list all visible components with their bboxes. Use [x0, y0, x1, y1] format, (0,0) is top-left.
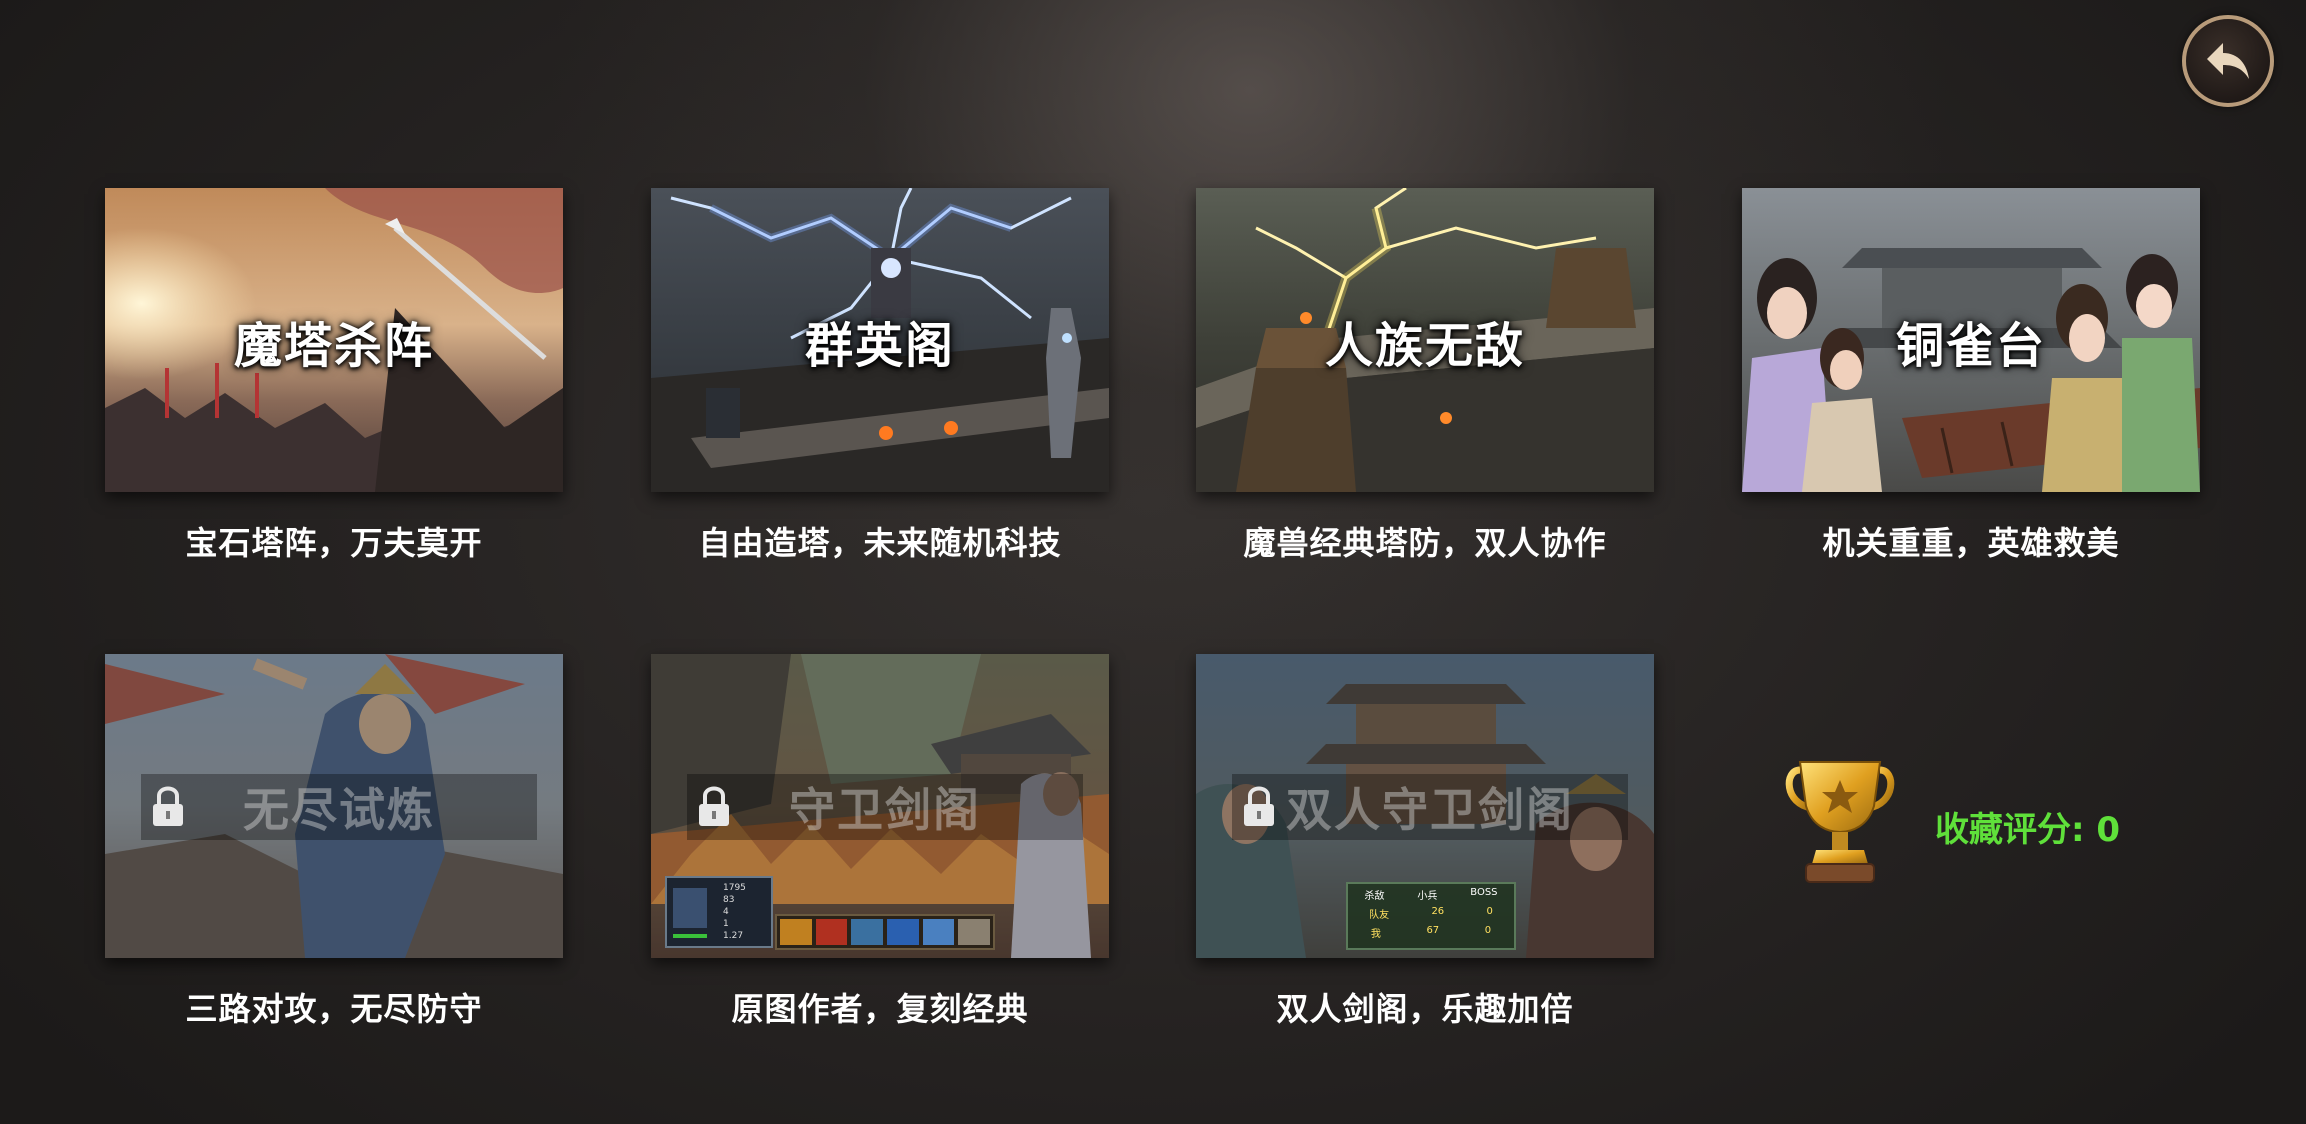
hero-portrait: [673, 888, 707, 928]
level-caption-7: 双人剑阁，乐趣加倍: [1276, 990, 1574, 1028]
lock-banner-6: 守卫剑阁: [687, 774, 1083, 840]
level-caption-6: 原图作者，复刻经典: [731, 990, 1029, 1028]
scoreboard-row-name: 队友: [1369, 910, 1390, 921]
level-title-2: 群英阁: [804, 318, 955, 374]
skill-slot: [851, 919, 884, 945]
trophy-icon: [1785, 761, 1895, 883]
scoreboard-row-boss: 0: [1486, 906, 1493, 917]
skill-slot: [958, 919, 991, 945]
scoreboard-row-name: 我: [1370, 929, 1381, 940]
skill-slot: [922, 919, 955, 945]
level-card-4[interactable]: 铜雀台 机关重重，英雄救美: [1742, 188, 2200, 562]
level-caption-2: 自由造塔，未来随机科技: [698, 524, 1062, 562]
back-arrow-icon: [2207, 43, 2249, 79]
hero-stat-3: 4: [723, 907, 729, 917]
level-card-1[interactable]: 魔塔杀阵 宝石塔阵，万夫莫开: [105, 188, 563, 562]
level-title-7: 双人守卫剑阁: [1286, 783, 1574, 837]
level-thumbnail-3: 人族无敌: [1196, 188, 1654, 492]
hero-stats-panel: 1795 83 4 1 1.27: [665, 876, 773, 948]
level-title-4: 铜雀台: [1895, 318, 2046, 374]
level-thumbnail-1: 魔塔杀阵: [105, 188, 563, 492]
level-card-2[interactable]: 群英阁 自由造塔，未来随机科技: [651, 188, 1109, 562]
level-caption-4: 机关重重，英雄救美: [1822, 524, 2120, 562]
lock-icon: [699, 786, 729, 826]
lock-banner-7: 双人守卫剑阁: [1232, 774, 1628, 840]
lock-banner-5: 无尽试炼: [141, 774, 537, 840]
back-button[interactable]: [2182, 15, 2274, 107]
scoreboard-row-kills: 26: [1431, 906, 1445, 917]
scoreboard-header-minions: 小兵: [1417, 891, 1438, 902]
level-caption-3: 魔兽经典塔防，双人协作: [1243, 524, 1607, 562]
level-title-6: 守卫剑阁: [789, 783, 981, 837]
hero-stat-4: 1: [723, 919, 729, 929]
skill-slot: [815, 919, 848, 945]
level-card-6[interactable]: 守卫剑阁 1795 83 4 1 1.27 原图作者，复刻经典: [651, 654, 1109, 1028]
scoreboard-row-kills: 67: [1426, 925, 1440, 936]
scoreboard-header-boss: BOSS: [1470, 887, 1498, 898]
level-thumbnail-5: 无尽试炼: [105, 654, 563, 958]
skill-bar: [775, 914, 995, 950]
level-caption-1: 宝石塔阵，万夫莫开: [185, 524, 483, 562]
scoreboard-row-boss: 0: [1484, 925, 1492, 936]
level-title-5: 无尽试炼: [243, 783, 435, 837]
lock-icon: [153, 786, 183, 826]
level-card-5[interactable]: 无尽试炼 三路对攻，无尽防守: [105, 654, 563, 1028]
scoreboard-header-kills: 杀敌: [1364, 891, 1385, 902]
level-thumbnail-4: 铜雀台: [1742, 188, 2200, 492]
scoreboard-panel: 杀敌 小兵 BOSS 队友 26 0 我 67 0: [1346, 882, 1516, 950]
level-caption-5: 三路对攻，无尽防守: [185, 990, 483, 1028]
collection-score: 收藏评分: 0: [1935, 810, 2121, 850]
skill-slot: [780, 919, 812, 945]
lock-icon: [1244, 786, 1274, 826]
hero-stat-5: 1.27: [723, 931, 744, 941]
level-thumbnail-6: 守卫剑阁 1795 83 4 1 1.27: [651, 654, 1109, 958]
level-card-7[interactable]: 双人守卫剑阁 杀敌 小兵 BOSS 队友 26 0 我 67 0 双人剑阁，乐趣…: [1196, 654, 1654, 1028]
level-title-3: 人族无敌: [1324, 318, 1525, 374]
level-card-3[interactable]: 人族无敌 魔兽经典塔防，双人协作: [1196, 188, 1654, 562]
level-thumbnail-7: 双人守卫剑阁 杀敌 小兵 BOSS 队友 26 0 我 67 0: [1196, 654, 1654, 958]
level-title-1: 魔塔杀阵: [233, 318, 434, 374]
hero-hp-bar: [673, 934, 707, 938]
level-thumbnail-2: 群英阁: [651, 188, 1109, 492]
hero-stat-2: 83: [723, 895, 735, 905]
skill-slot: [887, 919, 919, 945]
hero-stat-1: 1795: [723, 883, 746, 893]
